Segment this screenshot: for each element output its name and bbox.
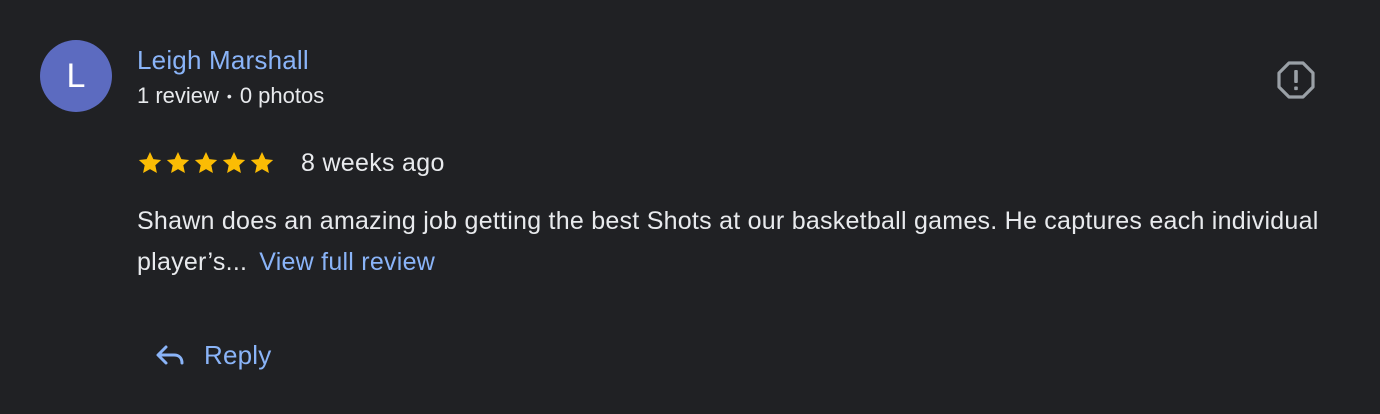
star-icon [166,151,190,173]
report-flag-icon [1277,61,1315,99]
reviewer-meta: 1 review • 0 photos [137,82,324,110]
report-review-button[interactable] [1272,56,1320,104]
star-rating [137,150,275,176]
reviewer-name-link[interactable]: Leigh Marshall [137,44,309,76]
star-icon [194,151,218,173]
star-icon [138,151,162,173]
review-time: 8 weeks ago [301,148,445,177]
view-full-review-link[interactable]: View full review [259,248,435,276]
reviewer-avatar[interactable]: L [40,40,112,112]
star-icon [250,151,274,173]
avatar-initial: L [66,56,86,95]
review-count: 1 review [137,83,219,108]
review-body: Shawn does an amazing job getting the be… [137,201,1357,283]
photo-count: 0 photos [239,83,325,108]
rating-row: 8 weeks ago [137,146,445,180]
star-icon [222,151,246,173]
reply-label: Reply [204,339,272,370]
reply-arrow-icon [156,345,184,365]
meta-separator: • [226,88,232,104]
reply-button[interactable]: Reply [146,330,279,380]
